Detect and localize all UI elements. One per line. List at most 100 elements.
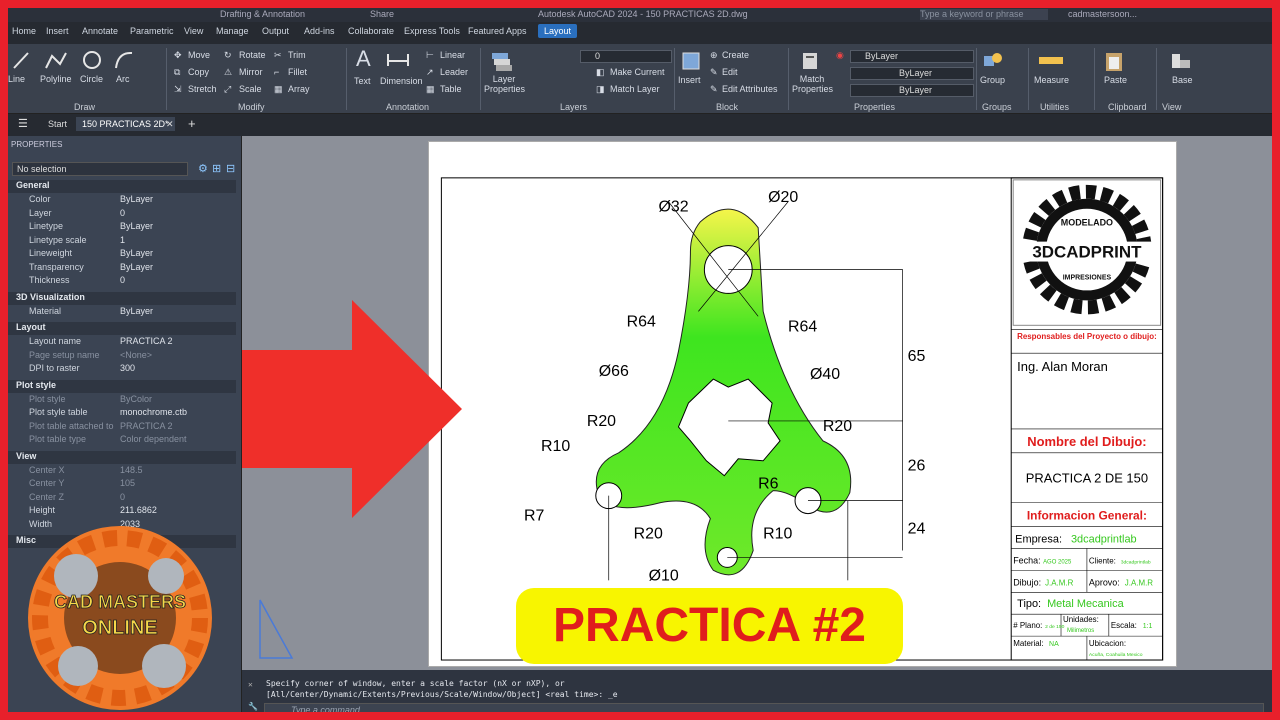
close-tab-icon[interactable]: ✕ [166,119,174,130]
annotation-panel-label[interactable]: Annotation [386,102,429,112]
property-row[interactable]: Thickness 0 [8,275,236,288]
tab-manage[interactable]: Manage [216,26,249,36]
draw-panel-label[interactable]: Draw [74,102,95,112]
group-button[interactable]: Group [980,75,1005,85]
menu-icon[interactable]: ☰ [18,117,28,130]
property-row[interactable]: Plot style ByColor [8,394,236,407]
property-value[interactable]: 211.6862 [120,505,157,515]
property-row[interactable]: Transparency ByLayer [8,262,236,275]
property-row[interactable]: Material ByLayer [8,306,236,319]
text-icon[interactable]: A [356,46,371,72]
line-button[interactable]: Line [8,74,25,84]
leader-button[interactable]: Leader [440,67,468,77]
property-row[interactable]: Linetype ByLayer [8,221,236,234]
section-header[interactable]: View [8,450,236,464]
property-value[interactable]: Color dependent [120,434,187,444]
line-icon[interactable] [12,50,30,70]
property-value[interactable]: 148.5 [120,465,143,475]
move-button[interactable]: Move [188,50,210,60]
workspace-switcher[interactable]: Drafting & Annotation [220,9,305,19]
lineweight-dropdown[interactable]: ByLayer [850,84,974,97]
modify-panel-label[interactable]: Modify [238,102,265,112]
section-header[interactable]: 3D Visualization [8,291,236,305]
table-button[interactable]: Table [440,84,462,94]
edit-attributes-button[interactable]: Edit Attributes [722,84,778,94]
tab-start[interactable]: Start [48,119,67,129]
property-row[interactable]: Center Y 105 [8,478,236,491]
tab-home[interactable]: Home [12,26,36,36]
property-value[interactable]: ByLayer [120,306,153,316]
search-input[interactable]: Type a keyword or phrase [920,9,1048,20]
section-header[interactable]: General [8,180,236,193]
layer-properties-icon[interactable] [490,50,514,72]
base-button[interactable]: Base [1172,75,1193,85]
property-row[interactable]: Color ByLayer [8,194,236,207]
property-row[interactable]: Linetype scale 1 [8,235,236,248]
tab-addins[interactable]: Add-ins [304,26,335,36]
make-current-button[interactable]: Make Current [610,67,665,77]
dimension-button[interactable]: Dimension [380,76,423,86]
new-tab-icon[interactable]: + [188,116,196,131]
property-row[interactable]: Layer 0 [8,208,236,221]
tab-featured-apps[interactable]: Featured Apps [468,26,527,36]
paste-button[interactable]: Paste [1104,75,1127,85]
tab-express-tools[interactable]: Express Tools [404,26,460,36]
fillet-button[interactable]: Fillet [288,67,307,77]
arc-button[interactable]: Arc [116,74,130,84]
layer-properties-button[interactable]: Layer Properties [484,74,525,94]
mirror-button[interactable]: Mirror [239,67,263,77]
property-row[interactable]: Plot table attached to PRACTICA 2 [8,421,236,434]
property-row[interactable]: Lineweight ByLayer [8,248,236,261]
property-value[interactable]: PRACTICA 2 [120,336,173,346]
layer-dropdown[interactable]: 0 [580,50,672,63]
property-row[interactable]: Plot style table monochrome.ctb [8,407,236,420]
rotate-button[interactable]: Rotate [239,50,266,60]
group-icon[interactable] [982,50,1004,72]
insert-button[interactable]: Insert [678,75,701,85]
tab-view[interactable]: View [184,26,203,36]
color-dropdown[interactable]: ByLayer [850,50,974,63]
property-value[interactable]: 0 [120,208,125,218]
property-row[interactable]: Page setup name <None> [8,350,236,363]
property-row[interactable]: Plot table type Color dependent [8,434,236,447]
clipboard-panel-label[interactable]: Clipboard [1108,102,1147,112]
measure-icon[interactable] [1038,52,1064,68]
wrench-icon[interactable]: 🔧 [248,702,258,711]
view-panel-label[interactable]: View [1162,102,1181,112]
property-row[interactable]: DPI to raster 300 [8,363,236,376]
paste-icon[interactable] [1104,50,1124,72]
utilities-panel-label[interactable]: Utilities [1040,102,1069,112]
linear-button[interactable]: Linear [440,50,465,60]
selection-dropdown[interactable]: No selection [12,162,188,176]
match-layer-button[interactable]: Match Layer [610,84,660,94]
property-value[interactable]: <None> [120,350,152,360]
select-objects-icon[interactable]: ⊞ [212,162,221,175]
measure-button[interactable]: Measure [1034,75,1069,85]
circle-button[interactable]: Circle [80,74,103,84]
property-value[interactable]: ByColor [120,394,152,404]
quick-select-icon[interactable]: ⚙ [198,162,208,175]
close-command-icon[interactable]: ✕ [248,680,253,689]
property-value[interactable]: ByLayer [120,248,153,258]
insert-icon[interactable] [680,50,702,72]
tab-drawing[interactable]: 150 PRACTICAS 2D* [76,117,175,131]
match-properties-icon[interactable] [800,50,822,72]
share-button[interactable]: Share [370,9,394,19]
polyline-icon[interactable] [44,50,68,70]
property-row[interactable]: Center Z 0 [8,492,236,505]
pickadd-icon[interactable]: ⊟ [226,162,235,175]
user-name[interactable]: cadmastersoon... [1068,9,1137,19]
property-value[interactable]: ByLayer [120,194,153,204]
tab-layout[interactable]: Layout [538,24,578,38]
section-header[interactable]: Plot style [8,379,236,393]
edit-button[interactable]: Edit [722,67,738,77]
copy-button[interactable]: Copy [188,67,209,77]
properties-panel-label[interactable]: Properties [854,102,895,112]
section-header[interactable]: Layout [8,322,236,335]
match-properties-button[interactable]: Match Properties [792,74,833,94]
layers-panel-label[interactable]: Layers [560,102,587,112]
command-input[interactable]: Type a command [264,703,1264,712]
property-value[interactable]: ByLayer [120,262,153,272]
linetype-dropdown[interactable]: ByLayer [850,67,974,80]
property-value[interactable]: 105 [120,478,135,488]
